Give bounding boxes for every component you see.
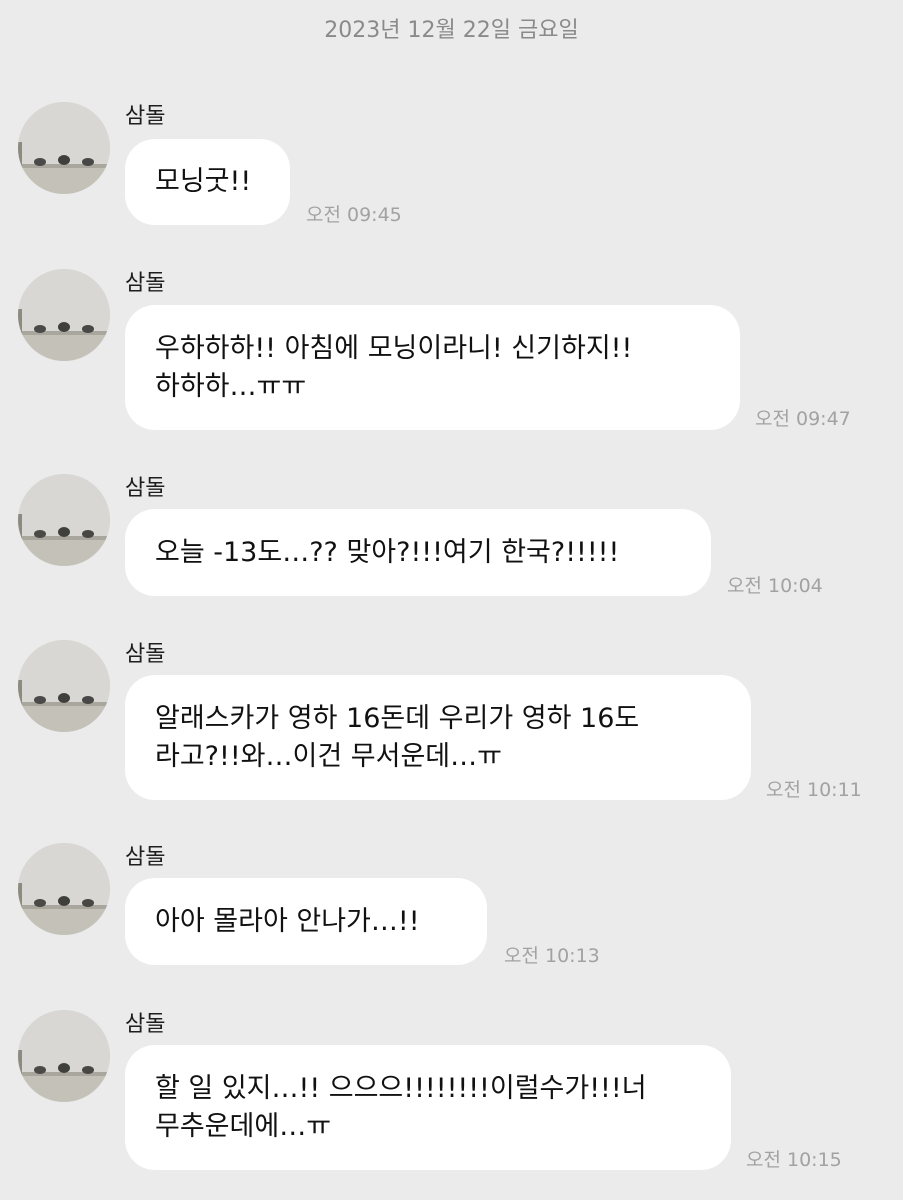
avatar[interactable] — [18, 269, 110, 361]
message-bubble[interactable]: 우하하하!! 아침에 모닝이라니! 신기하지!! 하하하…ㅠㅠ — [125, 305, 740, 430]
avatar[interactable] — [18, 640, 110, 732]
sender-name: 삼돌 — [125, 1012, 166, 1037]
message-text: 할 일 있지…!! 으으으!!!!!!!!이럴수가!!!너 무추운데에…ㅠ — [155, 1072, 647, 1142]
profile-photo-icon — [18, 474, 110, 566]
message-time: 오전 09:47 — [755, 408, 851, 430]
message-time: 오전 10:11 — [766, 779, 862, 801]
message-bubble[interactable]: 아아 몰라아 안나가…!! — [125, 878, 487, 965]
sender-name: 삼돌 — [125, 271, 166, 296]
sender-name: 삼돌 — [125, 104, 166, 129]
profile-photo-icon — [18, 269, 110, 361]
date-header: 2023년 12월 22일 금요일 — [324, 18, 579, 43]
message-text: 알래스카가 영하 16돈데 우리가 영하 16도 라고?!!와…이건 무서운데…… — [155, 702, 640, 772]
profile-photo-icon — [18, 1010, 110, 1102]
message-time: 오전 10:15 — [746, 1149, 842, 1171]
avatar[interactable] — [18, 474, 110, 566]
message-text: 우하하하!! 아침에 모닝이라니! 신기하지!! 하하하…ㅠㅠ — [155, 332, 633, 402]
message-time: 오전 10:04 — [727, 575, 823, 597]
profile-photo-icon — [18, 102, 110, 194]
sender-name: 삼돌 — [125, 476, 166, 501]
avatar[interactable] — [18, 1010, 110, 1102]
sender-name: 삼돌 — [125, 845, 166, 870]
message-time: 오전 09:45 — [306, 204, 402, 226]
message-text: 오늘 -13도…?? 맞아?!!!여기 한국?!!!!! — [155, 536, 620, 568]
sender-name: 삼돌 — [125, 642, 166, 667]
avatar[interactable] — [18, 102, 110, 194]
message-text: 아아 몰라아 안나가…!! — [155, 905, 420, 937]
message-bubble[interactable]: 할 일 있지…!! 으으으!!!!!!!!이럴수가!!!너 무추운데에…ㅠ — [125, 1045, 731, 1170]
message-bubble[interactable]: 모닝굿!! — [125, 139, 290, 225]
profile-photo-icon — [18, 640, 110, 732]
message-text: 모닝굿!! — [155, 166, 252, 197]
profile-photo-icon — [18, 843, 110, 935]
message-bubble[interactable]: 오늘 -13도…?? 맞아?!!!여기 한국?!!!!! — [125, 509, 711, 596]
avatar[interactable] — [18, 843, 110, 935]
message-time: 오전 10:13 — [504, 945, 600, 967]
message-bubble[interactable]: 알래스카가 영하 16돈데 우리가 영하 16도 라고?!!와…이건 무서운데…… — [125, 675, 751, 800]
